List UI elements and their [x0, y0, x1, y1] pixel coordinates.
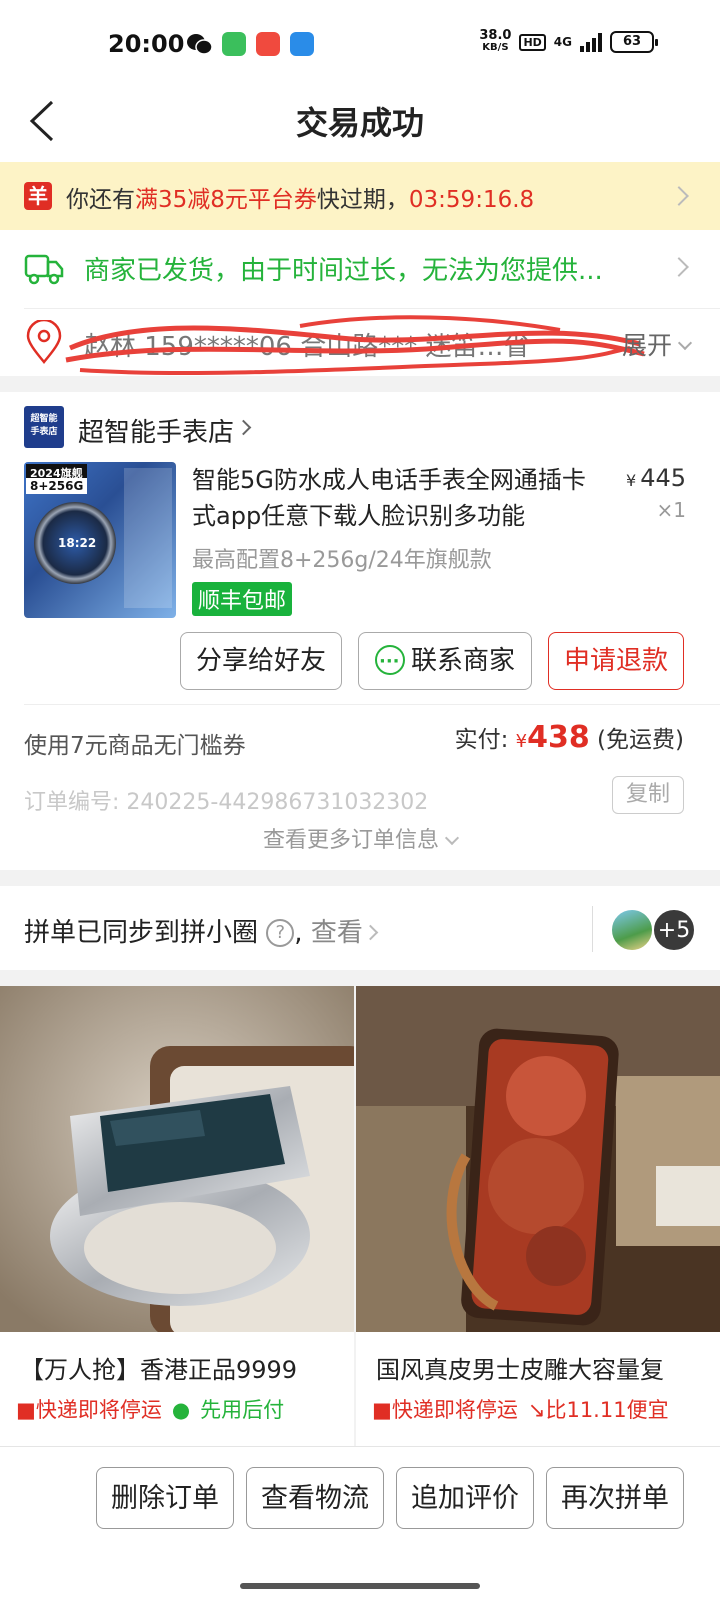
group-sync-row[interactable]: 拼单已同步到拼小圈 ?, 查看 +5: [0, 886, 720, 970]
price-drop-icon: ↘: [527, 1398, 546, 1422]
contact-seller-button[interactable]: 联系商家: [358, 632, 532, 690]
view-link[interactable]: 查看: [311, 918, 363, 948]
recommendation-card[interactable]: 【万人抢】香港正品9999 ■快递即将停运 ● 先用后付: [0, 986, 354, 1446]
product-title[interactable]: 智能5G防水成人电话手表全网通插卡式app任意下载人脸识别多功能: [192, 462, 602, 534]
coupon-text: 你还有满35减8元平台券快过期，03:59:16.8: [66, 187, 535, 213]
recommendation-title[interactable]: 【万人抢】香港正品9999: [20, 1350, 297, 1385]
notification-app-icon: [290, 32, 314, 56]
location-pin-icon: [24, 318, 64, 366]
network-speed: 38.0 KB/S: [479, 28, 512, 53]
divider: [592, 906, 593, 952]
product-quantity: ×1: [656, 498, 686, 522]
order-number: 订单编号: 240225-442986731032302: [24, 790, 429, 815]
coupon-expiry-banner[interactable]: 羊 你还有满35减8元平台券快过期，03:59:16.8: [0, 162, 720, 230]
recommendation-card[interactable]: 国风真皮男士皮雕大容量复 ■快递即将停运 ↘比11.11便宜: [356, 986, 720, 1446]
help-icon[interactable]: ?: [266, 919, 295, 947]
shipping-card: 商家已发货，由于时间过长，无法为您提供... 赵林 159*****06 合山路…: [0, 230, 720, 376]
avatar-more-count[interactable]: +5: [652, 908, 696, 952]
product-image[interactable]: [0, 986, 354, 1332]
order-card: 超智能 手表店 超智能手表店 2024旗舰 8+256G 18:22 智能5G防水…: [0, 392, 720, 870]
coupon-icon: 羊: [24, 182, 52, 210]
network-type: 4G: [553, 35, 572, 49]
pay-later-icon: ●: [171, 1398, 191, 1422]
status-bar: 20:00 38.0 KB/S HD 4G 63: [0, 0, 720, 82]
avatar[interactable]: [610, 908, 654, 952]
recommendation-tags: ■快递即将停运 ● 先用后付: [16, 1398, 285, 1422]
battery-icon: 63: [610, 31, 658, 53]
share-button[interactable]: 分享给好友: [180, 632, 342, 690]
bottom-action-bar: 删除订单 查看物流 追加评价 再次拼单: [0, 1446, 720, 1600]
coupon-used: 使用7元商品无门槛券: [24, 733, 246, 759]
home-indicator[interactable]: [240, 1583, 480, 1589]
shop-name[interactable]: 超智能手表店: [78, 412, 234, 449]
more-order-info[interactable]: 查看更多订单信息: [0, 822, 720, 854]
truck-icon: [24, 248, 64, 288]
wechat-icon: [186, 32, 213, 56]
chat-icon: [374, 635, 405, 689]
signal-icon: [580, 32, 602, 52]
refund-button[interactable]: 申请退款: [548, 632, 684, 690]
nav-bar: 交易成功: [0, 82, 720, 162]
regroup-button[interactable]: 再次拼单: [546, 1467, 684, 1529]
shipping-badge: 顺丰包邮: [192, 582, 293, 616]
chevron-right-icon: [235, 419, 252, 436]
divider: [24, 704, 720, 705]
recommendation-tags: ■快递即将停运 ↘比11.11便宜: [372, 1398, 669, 1422]
hd-badge: HD: [519, 33, 546, 51]
view-logistics-button[interactable]: 查看物流: [246, 1467, 384, 1529]
divider: [24, 308, 720, 309]
delete-order-button[interactable]: 删除订单: [96, 1467, 234, 1529]
copy-button[interactable]: 复制: [612, 776, 684, 814]
chevron-right-icon: [669, 257, 689, 277]
product-image[interactable]: 2024旗舰 8+256G 18:22: [24, 462, 176, 618]
product-spec: 最高配置8+256g/24年旗舰款: [192, 548, 492, 573]
music-app-icon: [256, 32, 280, 56]
address-text: 赵林 159*****06 合山路*** 迷笛…省: [84, 332, 530, 362]
delivery-truck-icon: ■: [372, 1398, 392, 1422]
delivery-truck-icon: ■: [16, 1398, 36, 1422]
message-app-icon: [222, 32, 246, 56]
page-title: 交易成功: [295, 104, 424, 142]
shipping-status[interactable]: 商家已发货，由于时间过长，无法为您提供...: [84, 250, 603, 287]
chevron-right-icon: [669, 186, 689, 206]
add-review-button[interactable]: 追加评价: [396, 1467, 534, 1529]
status-indicators: 38.0 KB/S HD 4G 63: [479, 28, 658, 54]
expand-address-button[interactable]: 展开: [622, 326, 693, 362]
shop-logo[interactable]: 超智能 手表店: [24, 406, 64, 448]
sync-text: 拼单已同步到拼小圈 ?, 查看: [24, 912, 379, 949]
status-time: 20:00: [108, 30, 185, 58]
product-price: ¥445: [626, 464, 686, 492]
product-image[interactable]: [356, 986, 720, 1332]
paid-amount: 实付: ¥438 (免运费): [454, 720, 684, 755]
recommendation-title[interactable]: 国风真皮男士皮雕大容量复: [376, 1350, 664, 1385]
